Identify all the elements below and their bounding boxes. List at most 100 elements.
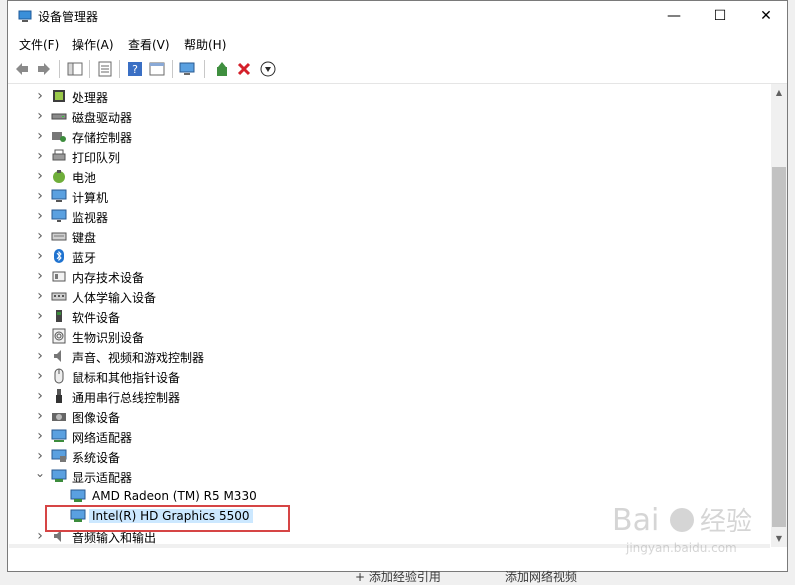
monitor-icon (51, 209, 67, 222)
expand-right-icon[interactable]: › (34, 268, 46, 284)
expand-right-icon[interactable]: › (34, 248, 46, 264)
scroll-down-button[interactable]: ▼ (771, 530, 787, 547)
scroll-up-icon: ▲ (775, 88, 783, 97)
add-video-link[interactable]: 添加网络视频 (505, 568, 577, 585)
tree-item-label: 存储控制器 (72, 131, 133, 145)
expand-right-icon[interactable]: › (34, 208, 46, 224)
expand-right-icon[interactable]: › (34, 428, 46, 444)
tree-item-label: 监视器 (72, 211, 109, 225)
update-driver-button[interactable] (212, 59, 232, 79)
tree-item-label: 系统设备 (72, 451, 121, 465)
expand-down-icon[interactable]: ⌄ (34, 466, 46, 480)
tree-item-label: 声音、视频和游戏控制器 (72, 351, 205, 365)
tree-category-5[interactable]: › 计算机 (9, 186, 770, 206)
scroll-up-button[interactable]: ▲ (771, 84, 787, 101)
scan-hardware-icon (179, 62, 195, 75)
tree-category-15[interactable]: › 通用串行总线控制器 (9, 386, 770, 406)
menu-view[interactable]: 查看(V) (128, 36, 170, 53)
toolbar-separator (119, 60, 120, 78)
battery-icon (53, 170, 65, 183)
help-button[interactable]: ? (125, 59, 145, 79)
view-button[interactable] (147, 59, 167, 79)
tree-item-label: 键盘 (72, 231, 97, 245)
tree-category-11[interactable]: › 软件设备 (9, 306, 770, 326)
uninstall-button[interactable] (234, 59, 254, 79)
expand-right-icon[interactable]: › (34, 368, 46, 384)
expand-right-icon[interactable]: › (34, 308, 46, 324)
tree-category-13[interactable]: › 声音、视频和游戏控制器 (9, 346, 770, 366)
menu-help[interactable]: 帮助(H) (184, 36, 226, 53)
toolbar-separator (59, 60, 60, 78)
tree-category-9[interactable]: › 内存技术设备 (9, 266, 770, 286)
display-adapter-icon (51, 469, 67, 482)
close-icon: ✕ (760, 8, 772, 24)
maximize-button[interactable]: ☐ (697, 1, 743, 31)
tree-category-18[interactable]: › 系统设备 (9, 446, 770, 466)
back-icon (16, 63, 28, 75)
tree-category-0[interactable]: › 处理器 (9, 86, 770, 106)
add-reference-link[interactable]: + 添加经验引用 (355, 568, 441, 585)
tree-category-2[interactable]: › 存储控制器 (9, 126, 770, 146)
title-bar[interactable]: 设备管理器 — ☐ ✕ (8, 1, 787, 31)
minimize-button[interactable]: — (651, 1, 697, 31)
menu-action[interactable]: 操作(A) (72, 36, 114, 53)
toolbar: ? (8, 55, 787, 84)
tree-category-16[interactable]: › 图像设备 (9, 406, 770, 426)
tree-item-label: AMD Radeon (TM) R5 M330 (92, 489, 257, 503)
expand-right-icon[interactable]: › (34, 228, 46, 244)
expand-right-icon[interactable]: › (34, 168, 46, 184)
camera-icon (52, 413, 66, 421)
maximize-icon: ☐ (713, 8, 727, 24)
scroll-thumb[interactable] (772, 167, 786, 527)
expand-right-icon[interactable]: › (34, 88, 46, 104)
tree-category-4[interactable]: › 电池 (9, 166, 770, 186)
expand-right-icon[interactable]: › (34, 328, 46, 344)
baidu-watermark: Bai 经验 jingyan.baidu.com (612, 503, 752, 555)
expand-right-icon[interactable]: › (34, 188, 46, 204)
tree-category-19[interactable]: ⌄ 显示适配器 (9, 466, 770, 486)
expand-right-icon[interactable]: › (34, 448, 46, 464)
expand-right-icon[interactable]: › (34, 408, 46, 424)
svg-text:?: ? (132, 63, 138, 76)
tree-category-6[interactable]: › 监视器 (9, 206, 770, 226)
properties-button[interactable] (95, 59, 115, 79)
printer-icon (52, 149, 66, 161)
disk-drive-icon (51, 113, 67, 120)
expand-right-icon[interactable]: › (34, 388, 46, 404)
tree-category-7[interactable]: › 键盘 (9, 226, 770, 246)
device-tree[interactable]: › 处理器 › 磁盘驱动器 › 存储控制器 › 打印队列 › 电池 › 计算机 › 监视器 › 键盘 › 蓝牙 › 内… (9, 84, 770, 544)
tree-category-17[interactable]: › 网络适配器 (9, 426, 770, 446)
expand-right-icon[interactable]: › (34, 128, 46, 144)
storage-controller-icon (52, 132, 66, 142)
menu-file[interactable]: 文件(F) (19, 36, 59, 53)
expand-right-icon[interactable]: › (34, 108, 46, 124)
download-button[interactable] (258, 59, 278, 79)
computer-icon (51, 189, 67, 202)
forward-icon (38, 63, 50, 75)
scan-hardware-button[interactable] (178, 59, 198, 79)
close-button[interactable]: ✕ (743, 1, 789, 31)
tree-item-label: 蓝牙 (72, 251, 97, 265)
back-button[interactable] (12, 59, 32, 79)
tree-item-label: 鼠标和其他指针设备 (72, 371, 181, 385)
tree-item-label: 计算机 (72, 191, 109, 205)
uninstall-icon (237, 62, 251, 76)
expand-right-icon[interactable]: › (34, 348, 46, 364)
display-card-icon (70, 489, 86, 502)
tree-item-label: 生物识别设备 (72, 331, 145, 345)
forward-button[interactable] (34, 59, 54, 79)
tree-category-10[interactable]: › 人体学输入设备 (9, 286, 770, 306)
vertical-scrollbar[interactable]: ▲ ▼ (771, 84, 787, 547)
toolbar-separator (172, 60, 173, 78)
device-manager-icon (18, 10, 32, 22)
show-hide-tree-icon (67, 62, 83, 76)
tree-item-label: 人体学输入设备 (72, 291, 157, 305)
tree-category-14[interactable]: › 鼠标和其他指针设备 (9, 366, 770, 386)
expand-right-icon[interactable]: › (34, 288, 46, 304)
tree-category-3[interactable]: › 打印队列 (9, 146, 770, 166)
tree-category-1[interactable]: › 磁盘驱动器 (9, 106, 770, 126)
show-hide-tree-button[interactable] (65, 59, 85, 79)
expand-right-icon[interactable]: › (34, 148, 46, 164)
tree-category-8[interactable]: › 蓝牙 (9, 246, 770, 266)
tree-category-12[interactable]: › 生物识别设备 (9, 326, 770, 346)
